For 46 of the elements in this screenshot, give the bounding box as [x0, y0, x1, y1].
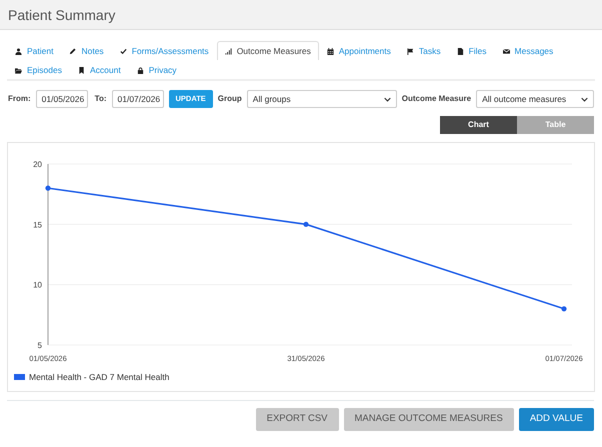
y-tick-label: 5 [38, 341, 42, 350]
legend-label: Mental Health - GAD 7 Mental Health [29, 371, 170, 384]
data-point [45, 186, 51, 191]
bookmark-icon [78, 66, 85, 74]
tab[interactable]: Patient [7, 41, 62, 60]
add-value-button[interactable]: ADD VALUE [518, 408, 594, 431]
action-button[interactable]: EXPORT CSV [256, 408, 339, 431]
lock-icon [136, 66, 144, 74]
person-icon [15, 48, 22, 54]
check-icon [120, 48, 127, 54]
tab[interactable]: Privacy [128, 60, 185, 79]
tab[interactable]: Tasks [398, 41, 449, 60]
view-toggle-button[interactable]: Table [517, 116, 594, 134]
pencil-icon [69, 48, 76, 54]
data-point [303, 222, 309, 227]
action-button[interactable]: MANAGE OUTCOME MEASURES [344, 408, 514, 431]
data-point [561, 306, 567, 312]
date-field[interactable]: 01/05/2026 [36, 90, 88, 108]
group-select[interactable]: All groups [246, 90, 397, 108]
bar-chart-icon [224, 48, 232, 54]
tab[interactable]: Notes [61, 41, 112, 60]
group-label: Group [218, 93, 242, 105]
y-tick-label: 20 [33, 160, 42, 169]
y-tick-label: 10 [33, 280, 42, 290]
tab[interactable]: Files [448, 41, 495, 60]
flag-icon [406, 48, 414, 54]
tab[interactable]: Appointments [318, 41, 399, 60]
folder-icon [15, 66, 22, 74]
to-label: To: [94, 93, 107, 105]
outcome-measure-label: Outcome Measure [402, 93, 472, 105]
from-label: From: [8, 93, 31, 105]
tab[interactable]: Outcome Measures [216, 41, 319, 60]
tab[interactable]: Messages [494, 41, 562, 60]
calendar-icon [326, 48, 334, 54]
page-title: Patient Summary [8, 6, 116, 25]
caret-icon [581, 96, 588, 102]
caret-icon [384, 96, 391, 102]
file-icon [456, 48, 464, 54]
outcome-measure-select[interactable]: All outcome measures [476, 90, 594, 108]
date-field[interactable]: 01/07/2026 [112, 90, 164, 108]
tab[interactable]: Account [70, 60, 129, 79]
y-tick-label: 15 [33, 220, 42, 230]
view-toggle-button[interactable]: Chart [440, 116, 517, 134]
tab[interactable]: Episodes [7, 60, 70, 79]
tab[interactable]: Forms/Assessments [112, 41, 217, 60]
envelope-icon [502, 48, 510, 54]
